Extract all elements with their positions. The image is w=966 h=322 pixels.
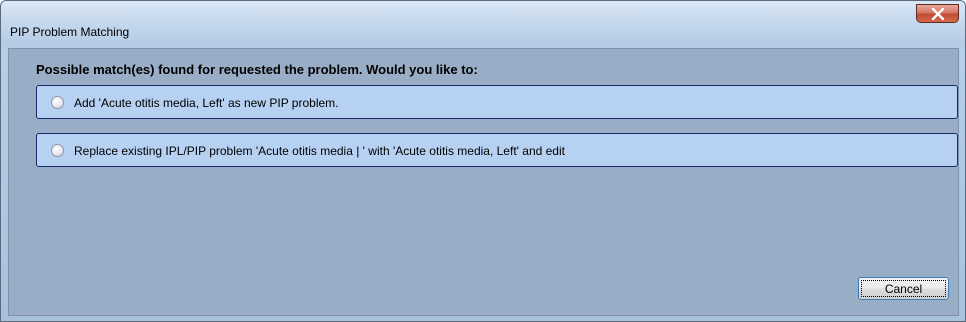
title-bar[interactable]: PIP Problem Matching <box>1 1 965 47</box>
close-button[interactable] <box>916 4 959 23</box>
option-add-label: Add 'Acute otitis media, Left' as new PI… <box>74 96 339 110</box>
cancel-button[interactable]: Cancel <box>858 277 949 300</box>
window-title: PIP Problem Matching <box>10 25 130 39</box>
close-icon <box>931 8 945 20</box>
prompt-text: Possible match(es) found for requested t… <box>36 62 478 77</box>
option-replace-label: Replace existing IPL/PIP problem 'Acute … <box>74 144 565 158</box>
cancel-button-label: Cancel <box>884 282 923 296</box>
option-replace-existing-problem[interactable]: Replace existing IPL/PIP problem 'Acute … <box>36 133 958 167</box>
option-add-new-pip-problem[interactable]: Add 'Acute otitis media, Left' as new PI… <box>36 85 958 119</box>
radio-add-new-pip-problem[interactable] <box>51 96 64 109</box>
radio-replace-existing-problem[interactable] <box>51 144 64 157</box>
